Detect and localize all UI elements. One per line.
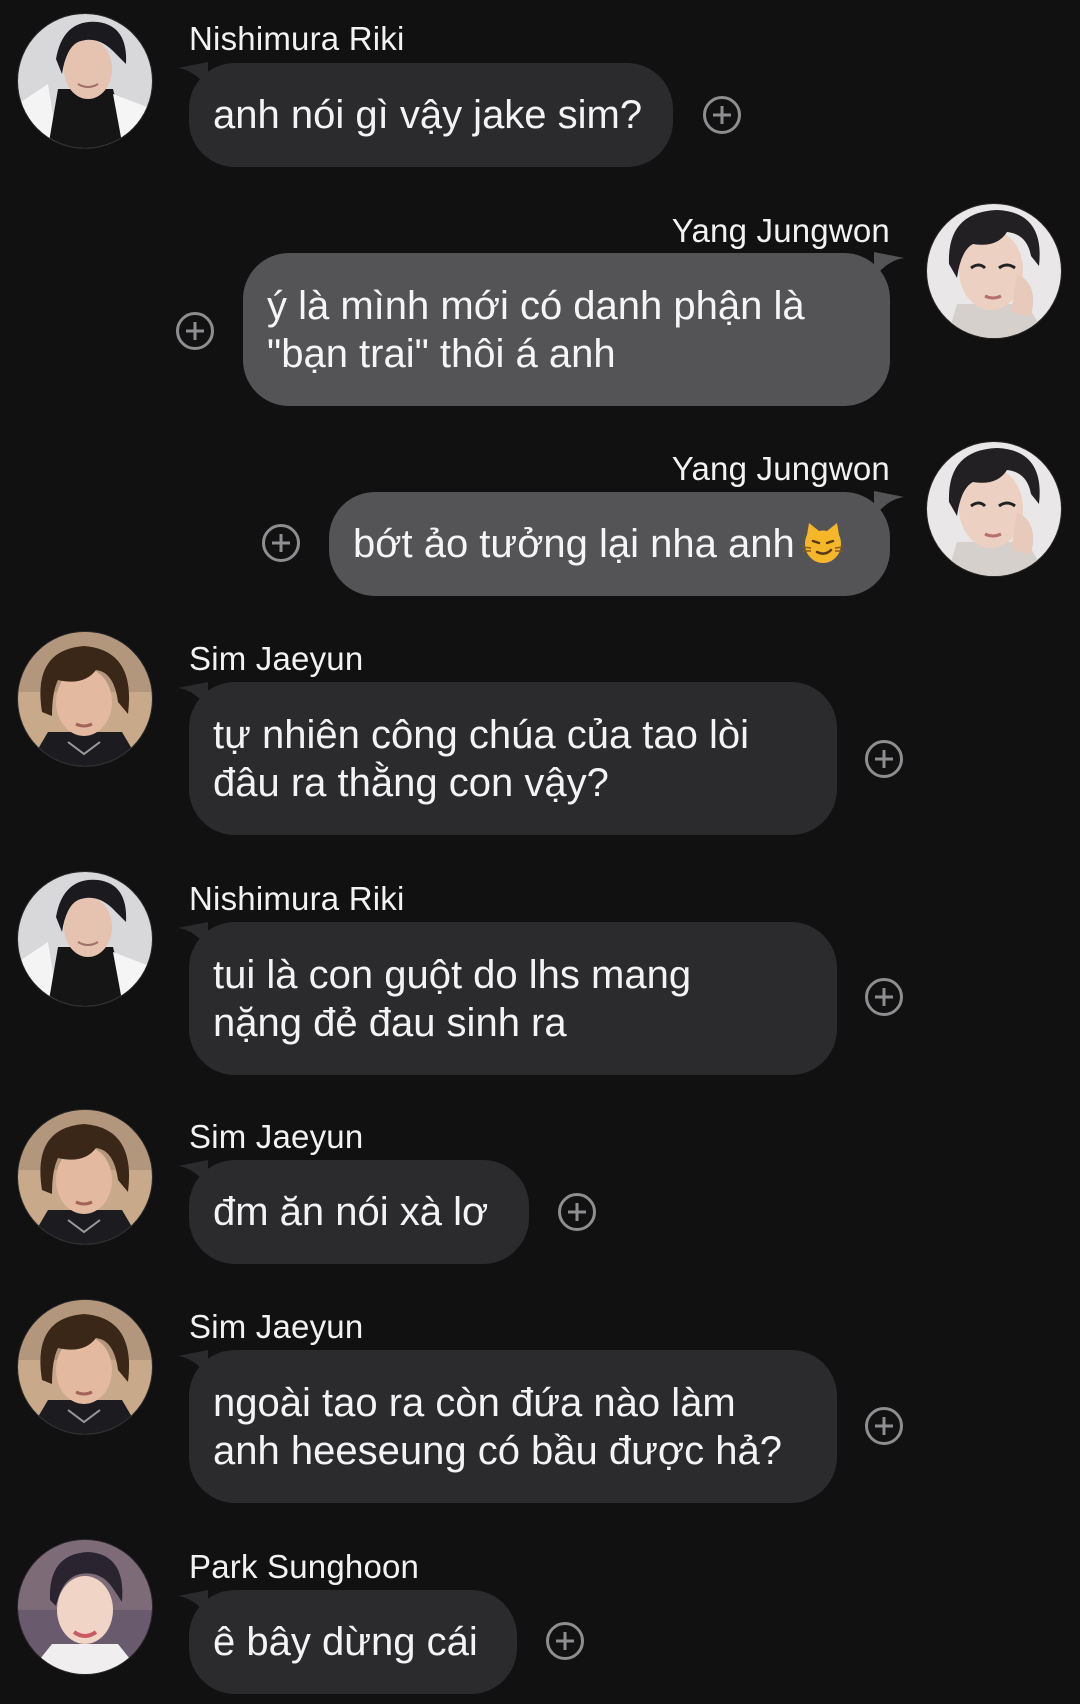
message-bubble[interactable]: tui là con guột do lhs mang nặng đẻ đau … [189,922,837,1075]
message-row: Park Sunghoon ê bây dừng cái [0,1530,1080,1704]
avatar[interactable] [18,632,152,766]
bubble-tail [874,252,904,278]
avatar[interactable] [18,1300,152,1434]
message-bubble[interactable]: tự nhiên công chúa của tao lòi đâu ra th… [189,682,837,835]
message-row: Sim Jaeyun ngoài tao ra còn đứa nào làm … [0,1290,1080,1515]
avatar[interactable] [18,1110,152,1244]
sender-name: Yang Jungwon [671,212,890,249]
sender-name: Nishimura Riki [189,20,405,57]
sender-name: Nishimura Riki [189,880,405,917]
message-bubble[interactable]: bớt ảo tưởng lại nha anh [329,492,890,596]
message-row: Yang Jungwon bớt ảo tưởng lại nha anh [0,430,1080,610]
add-reaction-icon[interactable] [865,740,903,778]
message-text: anh nói gì vậy jake sim? [213,93,643,137]
message-text-line: đâu ra thằng con vậy? [213,760,609,805]
message-text-line: ý là mình mới có danh phận là [267,283,805,328]
message-row: Nishimura Riki anh nói gì vậy jake sim? [0,0,1080,180]
sender-name: Yang Jungwon [671,450,890,487]
message-text-content: bớt ảo tưởng lại nha anh [353,522,795,566]
avatar[interactable] [18,872,152,1006]
sender-name: Park Sunghoon [189,1548,420,1585]
message-row: Sim Jaeyun đm ăn nói xà lơ [0,1100,1080,1280]
message-row: Yang Jungwon ý là mình mới có danh phận … [0,190,1080,415]
avatar[interactable] [18,14,152,148]
message-text-line: nặng đẻ đau sinh ra [213,1000,567,1045]
add-reaction-icon[interactable] [703,96,741,134]
sender-name: Sim Jaeyun [189,640,364,677]
message-bubble[interactable]: anh nói gì vậy jake sim? [189,63,673,167]
message-text-line: "bạn trai" thôi á anh [267,331,616,376]
add-reaction-icon[interactable] [865,978,903,1016]
avatar[interactable] [18,1540,152,1674]
sender-name: Sim Jaeyun [189,1308,364,1345]
message-bubble[interactable]: đm ăn nói xà lơ [189,1160,529,1264]
sender-name: Sim Jaeyun [189,1118,364,1155]
message-text-line: ngoài tao ra còn đứa nào làm [213,1380,736,1425]
avatar[interactable] [927,442,1061,576]
bubble-tail [874,491,904,517]
add-reaction-icon[interactable] [262,524,300,562]
message-text: ê bây dừng cái [213,1620,478,1664]
add-reaction-icon[interactable] [546,1622,584,1660]
message-text-line: tự nhiên công chúa của tao lòi [213,712,750,757]
message-text-line: anh heeseung có bầu được hả? [213,1428,783,1473]
add-reaction-icon[interactable] [558,1193,596,1231]
add-reaction-icon[interactable] [865,1407,903,1445]
avatar[interactable] [927,204,1061,338]
message-bubble[interactable]: ngoài tao ra còn đứa nào làm anh heeseun… [189,1350,837,1503]
message-text-line: tui là con guột do lhs mang [213,952,692,997]
message-row: Nishimura Riki tui là con guột do lhs ma… [0,860,1080,1085]
message-text: đm ăn nói xà lơ [213,1190,489,1234]
message-row: Sim Jaeyun tự nhiên công chúa của tao lò… [0,620,1080,845]
message-bubble[interactable]: ý là mình mới có danh phận là "bạn trai"… [243,253,890,406]
smirking-cat-emoji-icon [801,521,845,565]
message-bubble[interactable]: ê bây dừng cái [189,1590,517,1694]
add-reaction-icon[interactable] [176,312,214,350]
message-text: bớt ảo tưởng lại nha anh [353,520,845,568]
